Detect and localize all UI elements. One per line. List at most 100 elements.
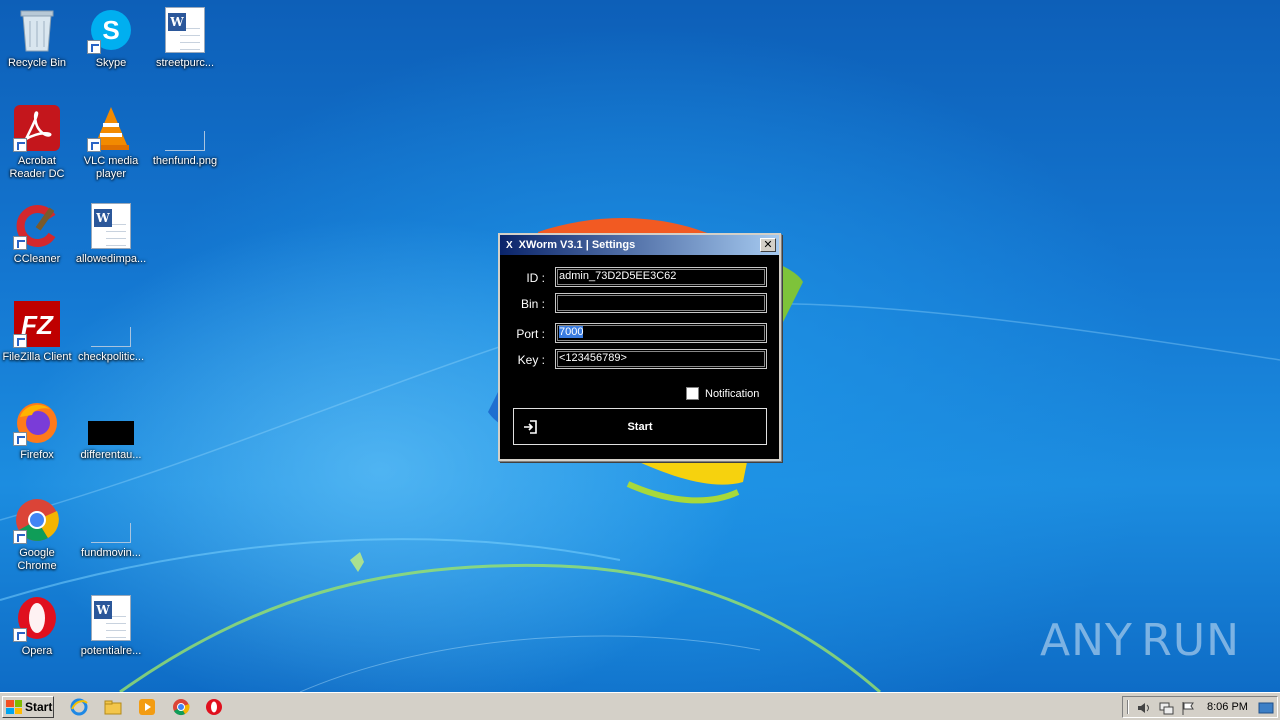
desktop-icon-vlc[interactable]: VLC media player <box>74 98 148 190</box>
svg-text:S: S <box>102 15 119 45</box>
desktop-icon-chrome[interactable]: Google Chrome <box>0 490 74 582</box>
key-row: Key : <123456789> <box>500 349 779 369</box>
recycle-bin-icon <box>13 6 61 54</box>
shortcut-arrow-icon <box>13 628 27 642</box>
media-player-icon[interactable] <box>138 698 156 716</box>
bin-row: Bin : <box>500 293 779 313</box>
desktop-icon-streetpurc[interactable]: W streetpurc... <box>148 0 222 92</box>
desktop-icon-potentialre[interactable]: W potentialre... <box>74 588 148 680</box>
opera-icon <box>13 594 61 642</box>
tray-grip <box>1127 700 1129 714</box>
shortcut-arrow-icon <box>13 432 27 446</box>
id-row: ID : admin_73D2D5EE3C62 <box>500 267 779 287</box>
start-menu-button[interactable]: Start <box>2 696 54 718</box>
shortcut-arrow-icon <box>87 40 101 54</box>
notification-checkbox-row[interactable]: Notification <box>686 387 759 400</box>
desktop-icon-firefox[interactable]: Firefox <box>0 392 74 484</box>
chrome-icon[interactable] <box>172 698 190 716</box>
vlc-icon <box>87 104 135 152</box>
desktop-icon-fundmovin[interactable]: fundmovin... <box>74 490 148 582</box>
chrome-icon <box>13 496 61 544</box>
shortcut-arrow-icon <box>13 530 27 544</box>
desktop-icon-label: thenfund.png <box>152 155 218 167</box>
png-file-icon <box>161 104 209 152</box>
desktop-icon-differentau[interactable]: differentau... <box>74 392 148 484</box>
internet-explorer-icon[interactable] <box>70 698 88 716</box>
sign-in-icon <box>524 420 537 434</box>
xworm-settings-window[interactable]: X XWorm V3.1 | Settings ✕ ID : admin_73D… <box>498 233 781 461</box>
desktop-icon-label: CCleaner <box>13 253 61 265</box>
file-icon <box>87 300 135 348</box>
desktop-icon-label: Skype <box>95 57 127 69</box>
anyrun-watermark: ANY RUN <box>1040 608 1240 672</box>
desktop-icon-label: VLC media player <box>83 155 139 180</box>
bin-input[interactable] <box>555 293 767 313</box>
desktop-icon-filezilla[interactable]: FZ FileZilla Client <box>0 294 74 386</box>
port-label: Port : <box>516 327 545 341</box>
desktop-icon-label: streetpurc... <box>155 57 215 69</box>
volume-icon[interactable] <box>1135 699 1153 717</box>
show-desktop-icon[interactable] <box>1257 699 1275 717</box>
word-document-icon: W <box>87 594 135 642</box>
id-label: ID : <box>526 271 545 285</box>
watermark-text-right: RUN <box>1141 614 1240 666</box>
desktop-icon-recycle-bin[interactable]: Recycle Bin <box>0 0 74 92</box>
acrobat-reader-icon <box>13 104 61 152</box>
desktop-icon-label: differentau... <box>80 449 142 461</box>
desktop-icon-skype[interactable]: S Skype <box>74 0 148 92</box>
start-button-label: Start <box>627 420 653 433</box>
watermark-text-left: ANY <box>1040 614 1133 666</box>
shortcut-arrow-icon <box>87 138 101 152</box>
explorer-folder-icon[interactable] <box>104 698 122 716</box>
shortcut-arrow-icon <box>13 138 27 152</box>
desktop-icon-label: Recycle Bin <box>7 57 67 69</box>
key-label: Key : <box>517 353 545 367</box>
start-button[interactable]: Start <box>513 408 767 445</box>
desktop-icon-label: Google Chrome <box>17 547 57 572</box>
desktop-icon-label: allowedimpa... <box>75 253 147 265</box>
window-title: XWorm V3.1 | Settings <box>518 239 636 251</box>
file-icon <box>87 496 135 544</box>
port-value-selected: 7000 <box>559 326 584 338</box>
desktop-icon-checkpolitic[interactable]: checkpolitic... <box>74 294 148 386</box>
desktop-icon-label: FileZilla Client <box>2 351 72 363</box>
id-input[interactable]: admin_73D2D5EE3C62 <box>555 267 767 287</box>
taskbar: Start 8:06 PM <box>0 692 1280 720</box>
port-row: Port : 7000 <box>500 323 779 343</box>
shortcut-arrow-icon <box>13 236 27 250</box>
bin-label: Bin : <box>520 297 545 311</box>
desktop-icon-label: Acrobat Reader DC <box>9 155 65 180</box>
desktop-icon-label: potentialre... <box>80 645 142 657</box>
word-document-icon: W <box>87 202 135 250</box>
skype-icon: S <box>87 6 135 54</box>
filezilla-icon: FZ <box>13 300 61 348</box>
system-tray: 8:06 PM <box>1122 696 1278 718</box>
port-input[interactable]: 7000 <box>555 323 767 343</box>
ccleaner-icon <box>13 202 61 250</box>
desktop-icon-allowedimpa[interactable]: W allowedimpa... <box>74 196 148 288</box>
word-document-icon: W <box>161 6 209 54</box>
windows-flag-icon <box>6 700 22 714</box>
opera-icon[interactable] <box>205 698 223 716</box>
desktop-icon-label: Opera <box>21 645 53 657</box>
play-triangle-icon <box>1135 609 1139 671</box>
window-titlebar[interactable]: X XWorm V3.1 | Settings <box>500 235 779 255</box>
start-label: Start <box>25 700 53 714</box>
image-file-icon <box>87 398 135 446</box>
desktop-icon-ccleaner[interactable]: CCleaner <box>0 196 74 288</box>
desktop-icon-label: fundmovin... <box>81 547 141 559</box>
clock[interactable]: 8:06 PM <box>1207 701 1248 713</box>
desktop-icon-thenfund[interactable]: thenfund.png <box>148 98 222 190</box>
desktop-icon-label: checkpolitic... <box>77 351 145 363</box>
desktop-icon-opera[interactable]: Opera <box>0 588 74 680</box>
notification-checkbox[interactable] <box>686 387 699 400</box>
close-button[interactable]: ✕ <box>760 238 776 252</box>
desktop-icon-label: Firefox <box>20 449 54 461</box>
network-icon[interactable] <box>1157 699 1175 717</box>
action-center-flag-icon[interactable] <box>1179 699 1197 717</box>
notification-label: Notification <box>705 387 760 400</box>
shortcut-arrow-icon <box>13 334 27 348</box>
desktop-icon-acrobat[interactable]: Acrobat Reader DC <box>0 98 74 190</box>
firefox-icon <box>13 398 61 446</box>
key-input[interactable]: <123456789> <box>555 349 767 369</box>
